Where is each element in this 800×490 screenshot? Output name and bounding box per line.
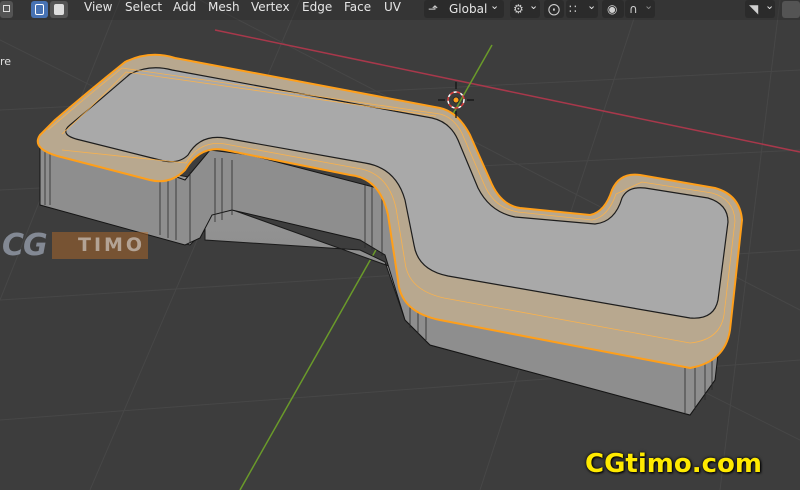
snap-icon: ⨀ [548,2,560,16]
menu-view[interactable]: View [84,0,112,18]
chevron-down-icon: ⌄ [644,0,654,12]
transform-orientation-icon: ⬏ [428,2,439,16]
select-mode-vertex-button[interactable] [0,1,13,18]
transform-orientation-dropdown[interactable]: ⬏ Global ⌄ [424,0,504,18]
overlay-button[interactable] [782,1,800,18]
edge-select-icon [35,4,44,15]
chevron-down-icon: ⌄ [490,0,500,12]
snap-target-icon: ∷ [569,2,577,16]
cropped-panel-label: re [0,55,12,68]
visibility-icon: ◥ [749,2,759,16]
pivot-point-dropdown[interactable]: ⚙ ⌄ [510,0,540,18]
menu-mesh[interactable]: Mesh [208,0,240,18]
watermark-cg: CG [2,228,48,263]
select-mode-edge-button[interactable] [31,1,48,18]
menu-select[interactable]: Select [125,0,162,18]
menu-vertex[interactable]: Vertex [251,0,290,18]
chevron-down-icon: ⌄ [765,0,775,12]
transform-orientation-label: Global [449,2,488,16]
pivot-point-icon: ⚙ [513,2,524,16]
watermark-cgtimo: CGtimo.com [585,449,762,479]
chevron-down-icon: ⌄ [587,0,597,12]
menu-edge[interactable]: Edge [302,0,332,18]
chevron-down-icon: ⌄ [529,0,539,12]
vertex-select-icon [3,5,10,12]
select-mode-face-button[interactable] [50,1,68,18]
viewport-header: View Select Add Mesh Vertex Edge Face UV… [0,0,800,20]
visibility-dropdown[interactable]: ◥ ⌄ [745,0,775,18]
face-select-icon [54,4,64,15]
proportional-falloff-dropdown[interactable]: ∩ ⌄ [625,0,655,18]
menu-uv[interactable]: UV [384,0,401,18]
snap-target-dropdown[interactable]: ∷ ⌄ [566,0,598,18]
falloff-icon: ∩ [629,2,638,16]
snap-toggle[interactable]: ⨀ [544,0,564,18]
menu-face[interactable]: Face [344,0,371,18]
menu-add[interactable]: Add [173,0,196,18]
proportional-editing-icon: ◉ [607,2,618,16]
watermark-timo: TIMO [52,232,148,259]
proportional-editing-toggle[interactable]: ◉ [602,0,624,18]
